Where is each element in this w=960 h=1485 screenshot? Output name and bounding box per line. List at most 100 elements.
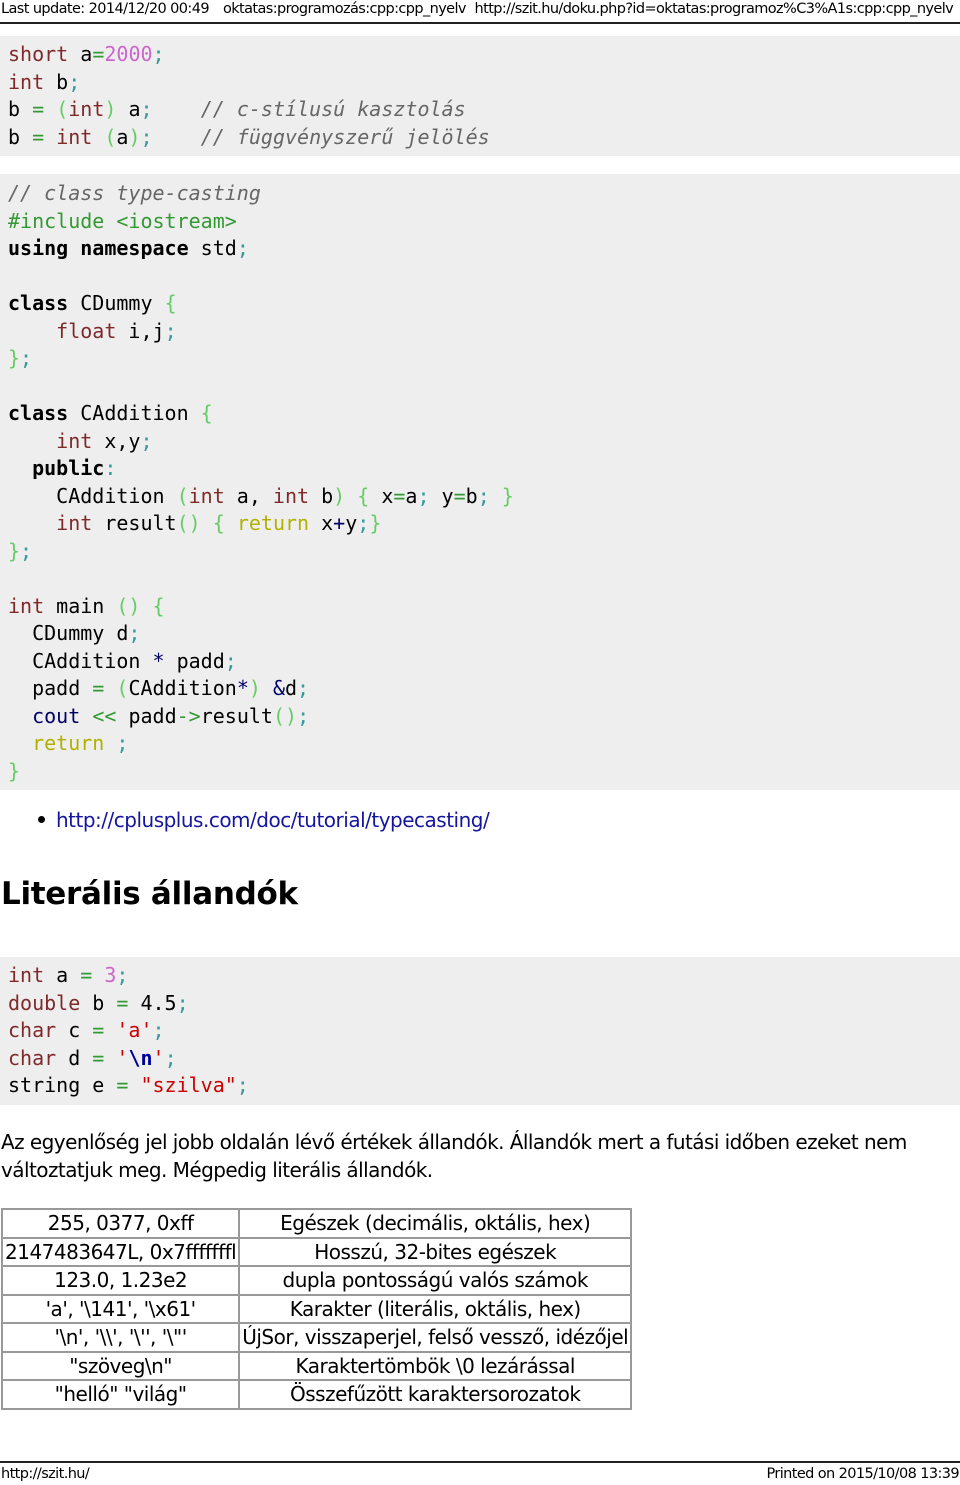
code-token: #include <iostream> — [8, 208, 237, 233]
code-line: int main () { — [8, 593, 960, 621]
code-token: int — [56, 428, 93, 453]
code-token: * — [236, 676, 249, 700]
literal-cell: 2147483647L, 0x7fffffffl — [0, 1236, 241, 1267]
code-token: 3 — [104, 963, 117, 987]
code-line: padd = (CAddition*) &d; — [8, 675, 960, 703]
code-token: b — [80, 990, 117, 1015]
code-token: = — [92, 676, 105, 700]
code-token: d — [285, 676, 298, 700]
code-token: } — [8, 538, 21, 563]
code-token: d — [56, 1045, 93, 1070]
code-token: int — [8, 963, 45, 987]
literal-cell: '\n', '\\', '\'', '\"' — [0, 1322, 241, 1353]
code-line: int x,y; — [8, 428, 960, 456]
code-line: ​ — [8, 263, 960, 291]
code-token: padd — [116, 703, 177, 728]
code-line: string e = "szilva"; — [8, 1072, 960, 1100]
code-token: std — [188, 236, 237, 260]
code-token: CAddition — [68, 401, 201, 425]
code-token: x — [369, 483, 394, 508]
code-token: ; — [20, 346, 33, 370]
code-token: // függvényszerű jelölés — [200, 124, 490, 149]
code-token: b — [8, 97, 33, 121]
list-item: http://cplusplus.com/doc/tutorial/typeca… — [38, 806, 490, 834]
code-token: b — [309, 483, 334, 508]
code-token: ) — [104, 97, 117, 121]
code-token: ; — [357, 511, 370, 535]
code-token: ; — [176, 990, 189, 1015]
code-token: char — [8, 1045, 57, 1070]
code-token: ) — [333, 483, 346, 508]
code-token: { — [212, 511, 225, 535]
description-cell: Összefűzött karaktersorozatok — [238, 1379, 633, 1410]
table-row: 2147483647L, 0x7fffffffl Hosszú, 32-bites… — [0, 1236, 633, 1267]
code-token: ; — [68, 69, 81, 94]
code-line: ​ — [8, 565, 960, 593]
code-token: () — [272, 703, 298, 728]
code-token: + — [333, 511, 346, 535]
description-paragraph: Az egyenlőség jel jobb oldalán lévő érté… — [1, 1130, 907, 1182]
code-line: CAddition (int a, int b) { x=a; y=b; } — [8, 483, 960, 511]
code-token: int — [8, 593, 45, 618]
code-token: a — [68, 42, 93, 66]
code-token: ; — [164, 318, 177, 343]
code-token: public — [32, 456, 105, 480]
code-token: result — [200, 703, 273, 728]
code-token: ; — [236, 236, 249, 260]
code-token: : — [104, 456, 117, 480]
table-row: "helló" "világ" Összefűzött karaktersoroz… — [0, 1379, 633, 1410]
code-token: CDummy d — [8, 621, 129, 645]
code-token: cout — [32, 703, 81, 728]
code-line: // class type-casting — [8, 180, 960, 208]
bullet-icon — [38, 816, 45, 823]
code-token: << — [92, 703, 117, 728]
code-token: 2000 — [104, 42, 153, 66]
code-token: = — [92, 42, 105, 66]
code-token: short — [8, 42, 69, 66]
description-cell: dupla pontosságú valós számok — [238, 1265, 633, 1296]
code-token: -> — [176, 703, 201, 728]
code-token: = — [116, 990, 129, 1015]
code-line: b = (int) a; // c-stílusú kasztolás — [8, 96, 960, 124]
literal-table: 255, 0377, 0xff Egészek (decimális, oktál… — [0, 1208, 633, 1410]
code-token: ( — [104, 124, 117, 149]
code-token: CAddition — [128, 676, 237, 700]
code-token: ; — [116, 963, 129, 987]
code-token: ; — [140, 97, 153, 121]
code-token: namespace — [80, 236, 189, 260]
code-token: \n — [128, 1045, 153, 1070]
code-token: return — [236, 511, 310, 535]
code-line: return ; — [8, 730, 960, 758]
code-token: // class type-casting — [8, 181, 261, 205]
code-token: ( — [176, 483, 189, 508]
code-line: class CDummy { — [8, 290, 960, 318]
code-token: int — [56, 511, 93, 535]
code-token: CAddition — [8, 483, 177, 508]
table-row: 255, 0377, 0xff Egészek (decimális, oktál… — [0, 1208, 633, 1239]
code-token: { — [357, 483, 370, 508]
code-token: { — [152, 593, 165, 618]
code-line: float i,j; — [8, 318, 960, 346]
last-update: Last update: 2014/12/20 00:49 — [1, 1, 210, 17]
code-line: int b; — [8, 69, 960, 97]
code-token: using — [8, 236, 69, 260]
code-token: = — [92, 1018, 105, 1042]
table-row: '\n', '\\', '\'', '\"' ÚjSor, visszaperje… — [0, 1322, 633, 1353]
cplusplus-typecasting-link[interactable]: http://cplusplus.com/doc/tutorial/typeca… — [56, 808, 490, 832]
code-token: x,y — [92, 428, 141, 453]
code-token: () — [176, 511, 201, 535]
code-token: ( — [56, 97, 69, 121]
code-token: = — [32, 124, 45, 149]
code-token: ; — [236, 1073, 249, 1097]
